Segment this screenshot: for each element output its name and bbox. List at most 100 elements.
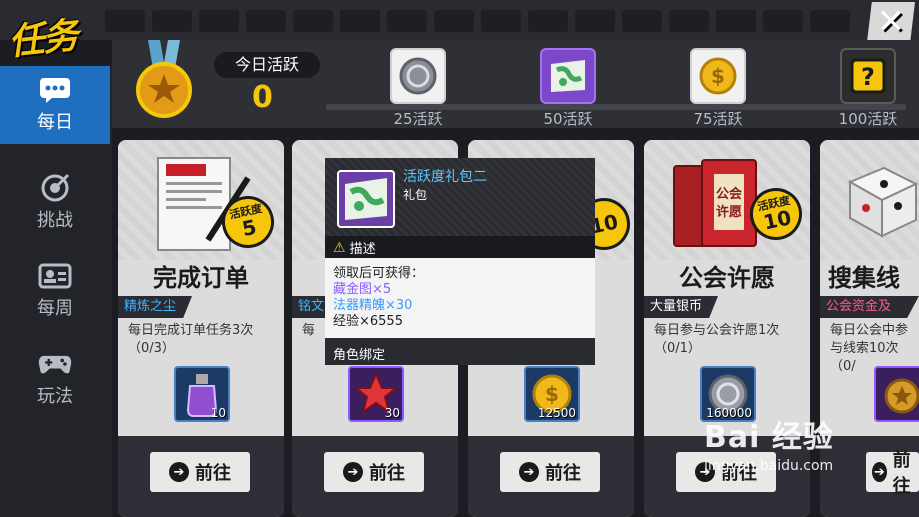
card-title: 搜集线: [828, 264, 900, 292]
watermark: Bai 经验 jingyan.baidu.com: [704, 412, 834, 474]
task-card-collect-clues: 搜集线 公会资金及贡献 每日公会中参与线索10次（0/ ➔ 前往: [820, 140, 919, 517]
tile: [340, 10, 380, 32]
close-button[interactable]: ✕: [867, 2, 915, 42]
tile: [293, 10, 333, 32]
go-button-label: 前往: [369, 463, 405, 484]
tooltip-footer: 角色绑定: [325, 338, 595, 365]
tile: [716, 10, 756, 32]
map-gift-icon: [345, 178, 387, 220]
tile: [434, 10, 474, 32]
today-activity-label: 今日活跃: [214, 52, 320, 78]
tile: [199, 10, 239, 32]
card-title: 公会许愿: [679, 264, 775, 292]
card-title: 完成订单: [153, 264, 249, 292]
tile: [152, 10, 192, 32]
sidebar: 每日 挑战 每周 玩法: [0, 66, 112, 517]
tooltip-item-icon: [337, 170, 395, 228]
top-strip: [0, 0, 919, 40]
tooltip-subtitle: 礼包: [403, 188, 428, 202]
tooltip-line: 经验×6555: [333, 314, 403, 329]
watermark-logo: Bai 经验: [704, 420, 834, 455]
map-gift-icon: [551, 60, 585, 92]
reward-slot[interactable]: [874, 366, 919, 422]
reward-quantity: 30: [384, 406, 400, 420]
badge-value: 10: [761, 205, 794, 235]
sidebar-item-weekly[interactable]: 每周: [0, 252, 110, 330]
go-button[interactable]: ➔ 前往: [866, 450, 919, 497]
milestone-75-button[interactable]: $: [690, 48, 746, 104]
page-title: 任务: [6, 15, 79, 64]
sidebar-item-gameplay[interactable]: 玩法: [0, 340, 110, 418]
go-button-label: 前往: [545, 463, 581, 484]
sidebar-item-label: 挑战: [37, 210, 73, 231]
go-button-label: 前往: [195, 463, 231, 484]
tile: [575, 10, 615, 32]
gold-coin-icon: $: [699, 57, 737, 95]
today-activity-value: 0: [252, 80, 273, 115]
tile: [763, 10, 803, 32]
dice-icon: [847, 166, 919, 238]
close-icon: ✕: [876, 2, 906, 42]
tooltip-desc-label: ⚠ 描述: [333, 238, 376, 258]
sidebar-item-label: 每日: [37, 112, 73, 133]
milestone-label: 75活跃: [693, 110, 743, 128]
gamepad-icon: [37, 350, 73, 378]
card-tag: 精炼之尘: [118, 296, 193, 318]
card-tag: 大量银币: [644, 296, 719, 318]
sidebar-item-daily[interactable]: 每日: [0, 66, 110, 144]
arrow-right-icon: ➔: [169, 462, 189, 482]
tile: [387, 10, 427, 32]
tooltip-line: 领取后可获得：: [333, 266, 425, 281]
tile: [481, 10, 521, 32]
milestone-label: 25活跃: [393, 110, 443, 128]
sidebar-item-challenge[interactable]: 挑战: [0, 164, 110, 242]
tooltip-line: 法器精魄×30: [333, 298, 413, 313]
go-button[interactable]: ➔ 前往: [324, 452, 424, 492]
tooltip-body: 领取后可获得： 藏金图×5 法器精魄×30 经验×6555: [325, 258, 595, 338]
item-tooltip: 活跃度礼包二 礼包 ⚠ 描述 领取后可获得： 藏金图×5 法器精魄×30 经验×…: [325, 158, 595, 365]
svg-text:公会: 公会: [716, 186, 743, 202]
reward-slot[interactable]: 10: [174, 366, 230, 422]
svg-text:$: $: [711, 64, 725, 88]
tile: [810, 10, 850, 32]
medal-icon: [884, 378, 919, 414]
tile: [105, 10, 145, 32]
silver-coin-icon: [399, 57, 437, 95]
arrow-right-icon: ➔: [519, 462, 539, 482]
tile: [246, 10, 286, 32]
medal-icon: [134, 40, 194, 120]
reward-quantity: 12500: [537, 406, 576, 420]
reward-slot[interactable]: $ 12500: [524, 366, 580, 422]
tile: [622, 10, 662, 32]
tile: [669, 10, 709, 32]
tooltip-line: 藏金图×5: [333, 282, 392, 297]
desc-label-text: 描述: [349, 242, 376, 257]
milestone-50-button[interactable]: [540, 48, 596, 104]
warning-icon: ⚠: [333, 239, 346, 256]
go-button[interactable]: ➔ 前往: [150, 452, 250, 492]
reward-quantity: 10: [210, 406, 226, 420]
sidebar-item-label: 玩法: [37, 386, 73, 407]
tooltip-title: 活跃度礼包二: [403, 169, 487, 185]
milestone-100-button[interactable]: ?: [840, 48, 896, 104]
task-card-order: 活跃度 5 完成订单 精炼之尘 每日完成订单任务3次（0/3） 10 ➔ 前往: [118, 140, 284, 517]
watermark-url: jingyan.baidu.com: [704, 458, 834, 474]
mystery-box-icon: ?: [850, 58, 886, 94]
svg-text:许愿: 许愿: [716, 204, 742, 220]
card-tag: 公会资金及贡献: [820, 296, 919, 318]
target-icon: [37, 173, 73, 202]
svg-text:$: $: [545, 382, 559, 406]
arrow-right-icon: ➔: [872, 462, 887, 482]
go-button[interactable]: ➔ 前往: [500, 452, 600, 492]
tile: [528, 10, 568, 32]
card-description: 每日参与公会许愿1次（0/1）: [654, 323, 780, 356]
badge-value: 5: [239, 214, 259, 242]
go-button-label: 前往: [892, 450, 911, 497]
milestone-label: 100活跃: [838, 110, 898, 128]
arrow-right-icon: ➔: [343, 462, 363, 482]
sidebar-item-label: 每周: [37, 298, 73, 319]
id-card-icon: [37, 262, 73, 290]
reward-slot[interactable]: 30: [348, 366, 404, 422]
milestone-25-button[interactable]: [390, 48, 446, 104]
card-description: 每日完成订单任务3次（0/3）: [128, 323, 254, 356]
